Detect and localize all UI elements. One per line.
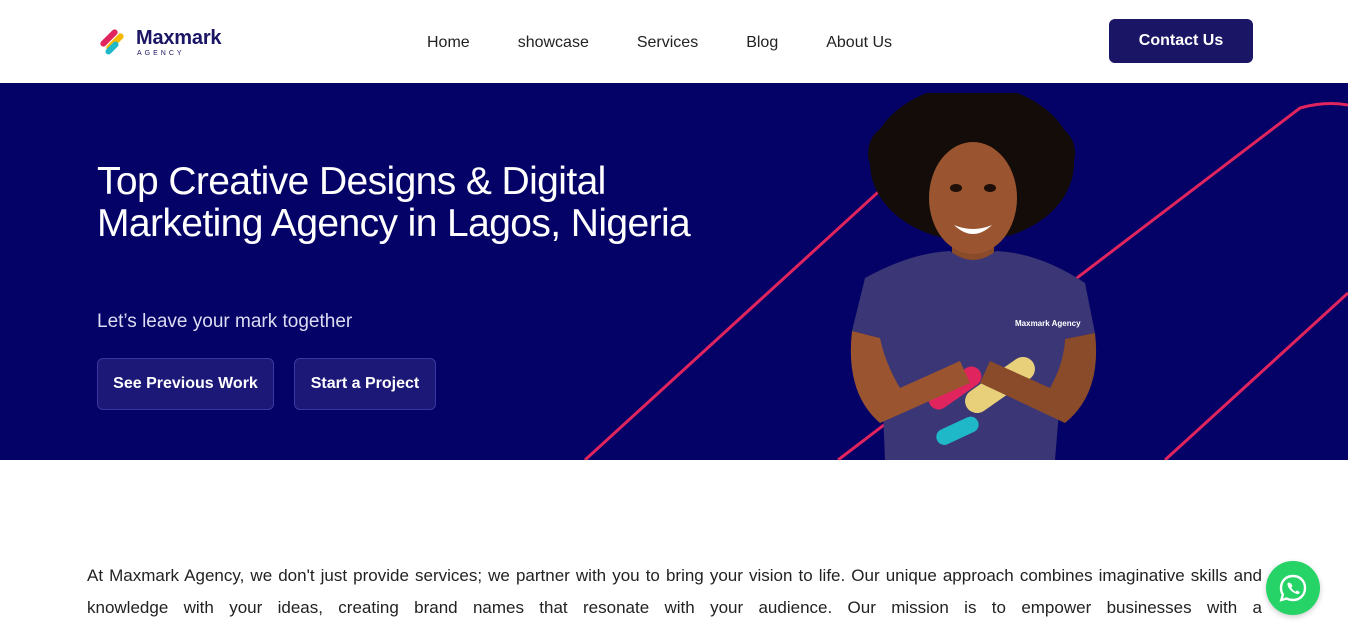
nav-about-us[interactable]: About Us xyxy=(826,33,892,53)
hero-title: Top Creative Designs & Digital Marketing… xyxy=(97,160,691,245)
site-header: Maxmark AGENCY Home showcase Services Bl… xyxy=(0,0,1348,83)
see-previous-work-button[interactable]: See Previous Work xyxy=(97,358,274,410)
contact-us-button[interactable]: Contact Us xyxy=(1109,19,1253,63)
whatsapp-icon xyxy=(1279,574,1307,602)
hero-section: Top Creative Designs & Digital Marketing… xyxy=(0,83,1348,460)
intro-paragraph: At Maxmark Agency, we don't just provide… xyxy=(87,566,1262,617)
logo-name: Maxmark xyxy=(136,26,222,49)
start-project-button[interactable]: Start a Project xyxy=(294,358,436,410)
shirt-text: Maxmark Agency xyxy=(1015,319,1081,328)
whatsapp-chat-button[interactable] xyxy=(1266,561,1320,615)
hero-subtitle: Let’s leave your mark together xyxy=(97,311,353,332)
maxmark-logo-mark-icon xyxy=(100,29,124,55)
nav-home[interactable]: Home xyxy=(427,33,470,53)
nav-showcase[interactable]: showcase xyxy=(518,33,589,53)
logo-tagline: AGENCY xyxy=(137,49,185,57)
main-nav: Home showcase Services Blog About Us xyxy=(427,33,892,53)
hero-person-image: Maxmark Agency xyxy=(850,93,1097,460)
nav-services[interactable]: Services xyxy=(637,33,698,53)
nav-blog[interactable]: Blog xyxy=(746,33,778,53)
logo[interactable]: Maxmark AGENCY xyxy=(96,24,246,60)
